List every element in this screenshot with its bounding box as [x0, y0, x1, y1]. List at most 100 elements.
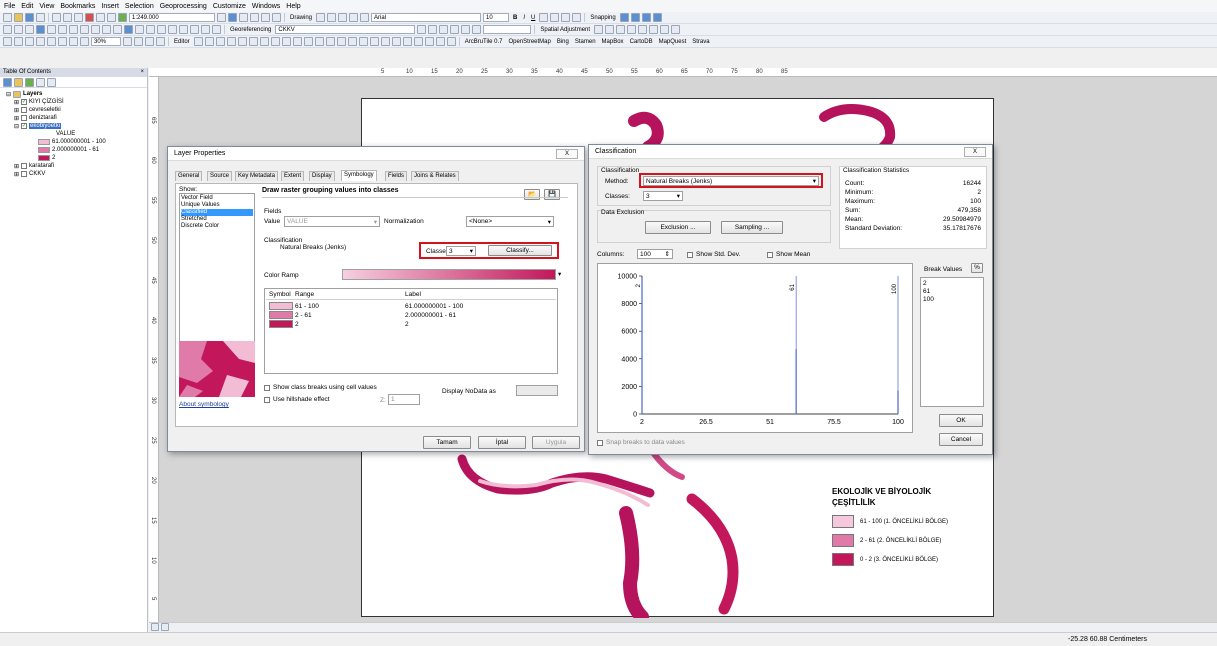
save-icon[interactable]	[25, 13, 34, 22]
data-driven-pages-icon[interactable]	[156, 37, 165, 46]
percent-button[interactable]: %	[971, 263, 983, 273]
zoom-in-icon[interactable]	[3, 25, 12, 34]
python-icon[interactable]	[272, 13, 281, 22]
rotate-edit-icon[interactable]	[303, 37, 313, 46]
edit-vertices-icon[interactable]	[259, 37, 269, 46]
scale-icon[interactable]	[461, 25, 471, 34]
fix-topology-icon[interactable]	[369, 37, 379, 46]
mapbox-menu[interactable]: MapBox	[600, 39, 626, 45]
normalization-select[interactable]: <None> ▾	[466, 216, 554, 227]
tab-key-metadata[interactable]: Key Metadata	[235, 171, 279, 181]
point-snap-icon[interactable]	[619, 13, 629, 22]
strava-menu[interactable]: Strava	[690, 39, 711, 45]
list-by-selection-icon[interactable]	[36, 78, 45, 87]
copy-icon[interactable]	[63, 13, 72, 22]
horizontal-scrollbar[interactable]	[149, 622, 1217, 632]
list-by-drawing-order-icon[interactable]	[3, 78, 12, 87]
cancel-button[interactable]: İptal	[478, 436, 526, 449]
text-icon[interactable]	[349, 13, 359, 22]
break-value[interactable]: 61	[923, 288, 981, 296]
stamen-menu[interactable]: Stamen	[573, 39, 598, 45]
menu-windows[interactable]: Windows	[252, 3, 280, 10]
measure-icon[interactable]	[157, 25, 166, 34]
edge-snap-icon[interactable]	[652, 13, 662, 22]
vertex-snap-icon[interactable]	[641, 13, 651, 22]
parcel-icon[interactable]	[446, 37, 456, 46]
value-field-select[interactable]: VALUE ▾	[284, 216, 380, 227]
add-control-points-icon[interactable]	[417, 25, 427, 34]
layout-zoom-in-icon[interactable]	[3, 37, 12, 46]
shift-icon[interactable]	[450, 25, 460, 34]
hyperlink-icon[interactable]	[135, 25, 144, 34]
split-icon[interactable]	[292, 37, 302, 46]
layout-view-icon[interactable]	[151, 623, 159, 631]
shared-edges-icon[interactable]	[391, 37, 401, 46]
layer-checkbox[interactable]: ✓	[21, 123, 28, 129]
edit-tool-icon[interactable]	[193, 37, 203, 46]
menu-geoprocessing[interactable]: Geoprocessing	[160, 3, 207, 10]
arctoolbox-icon[interactable]	[261, 13, 270, 22]
class-label[interactable]: 2.000000001 - 61	[405, 312, 456, 319]
class-range[interactable]: 2 - 61	[295, 312, 312, 319]
cartodb-menu[interactable]: CartoDB	[628, 39, 655, 45]
layer-deniztarafi[interactable]: ⊞ deniztarafi	[6, 114, 141, 122]
georef-table-icon[interactable]	[472, 25, 482, 34]
italic-button[interactable]: I	[521, 15, 527, 21]
drawing-menu[interactable]: Drawing	[288, 15, 314, 21]
pan-icon[interactable]	[25, 25, 34, 34]
print-icon[interactable]	[36, 13, 45, 22]
font-color-icon[interactable]	[539, 13, 549, 22]
change-layout-icon[interactable]	[145, 37, 154, 46]
menu-bookmarks[interactable]: Bookmarks	[60, 3, 95, 10]
select-elements-icon[interactable]	[316, 13, 326, 22]
zoom-whole-page-icon[interactable]	[36, 37, 45, 46]
select-elements-tool-icon[interactable]	[113, 25, 122, 34]
back-icon[interactable]	[69, 25, 78, 34]
menu-help[interactable]: Help	[286, 3, 300, 10]
rectangle-icon[interactable]	[338, 13, 348, 22]
layout-forward-icon[interactable]	[80, 37, 89, 46]
fixed-zoom-out-icon[interactable]	[58, 25, 67, 34]
layer-ckkv[interactable]: ⊞ CKKV	[6, 170, 141, 178]
topology-icon[interactable]	[347, 37, 357, 46]
georef-extra-select[interactable]	[483, 25, 532, 34]
cut-icon[interactable]	[52, 13, 61, 22]
color-ramp-dropdown-icon[interactable]: ▾	[558, 270, 561, 278]
georef-layer-select[interactable]: CKKV	[275, 25, 416, 34]
create-features-icon[interactable]	[336, 37, 346, 46]
add-data-icon[interactable]	[118, 13, 127, 22]
ok-button[interactable]: OK	[939, 414, 983, 427]
show-item-discrete-color[interactable]: Discrete Color	[181, 223, 253, 230]
snapping-menu[interactable]: Snapping	[588, 15, 617, 21]
mapquest-menu[interactable]: MapQuest	[657, 39, 689, 45]
show-class-breaks-checkbox[interactable]: Show class breaks using cell values	[264, 384, 377, 391]
tab-joins-relates[interactable]: Joins & Relates	[411, 171, 459, 181]
arcbrutile-menu[interactable]: ArcBruTile 0.7	[463, 39, 505, 45]
tab-symbology[interactable]: Symbology	[341, 170, 377, 181]
save-layer-icon[interactable]: 💾	[544, 189, 560, 200]
bold-button[interactable]: B	[511, 15, 519, 21]
line-color-icon[interactable]	[561, 13, 571, 22]
layer-checkbox[interactable]	[21, 115, 28, 121]
toggle-draft-icon[interactable]	[123, 37, 132, 46]
modify-link-icon[interactable]	[616, 25, 626, 34]
delete-icon[interactable]	[85, 13, 94, 22]
open-folder-icon[interactable]: 📂	[524, 189, 540, 200]
html-popup-icon[interactable]	[146, 25, 155, 34]
go-to-xy-icon[interactable]	[190, 25, 199, 34]
layout-fixed-zoom-icon[interactable]	[58, 37, 67, 46]
full-extent-icon[interactable]	[36, 25, 45, 34]
limited-adjust-icon[interactable]	[649, 25, 659, 34]
show-list[interactable]: Vector Field Unique Values Classified St…	[179, 193, 255, 343]
link-table-icon[interactable]	[660, 25, 670, 34]
layout-back-icon[interactable]	[69, 37, 78, 46]
show-item-unique-values[interactable]: Unique Values	[181, 202, 253, 209]
trace-icon[interactable]	[237, 37, 247, 46]
attribute-transfer-icon[interactable]	[671, 25, 681, 34]
classes-select[interactable]: 3 ▾	[643, 191, 683, 201]
break-value[interactable]: 100	[923, 296, 981, 304]
new-displacement-icon[interactable]	[605, 25, 615, 34]
identify-icon[interactable]	[124, 25, 133, 34]
z-input[interactable]: 1	[388, 394, 420, 405]
layers-root[interactable]: ⊟ Layers	[6, 90, 141, 98]
